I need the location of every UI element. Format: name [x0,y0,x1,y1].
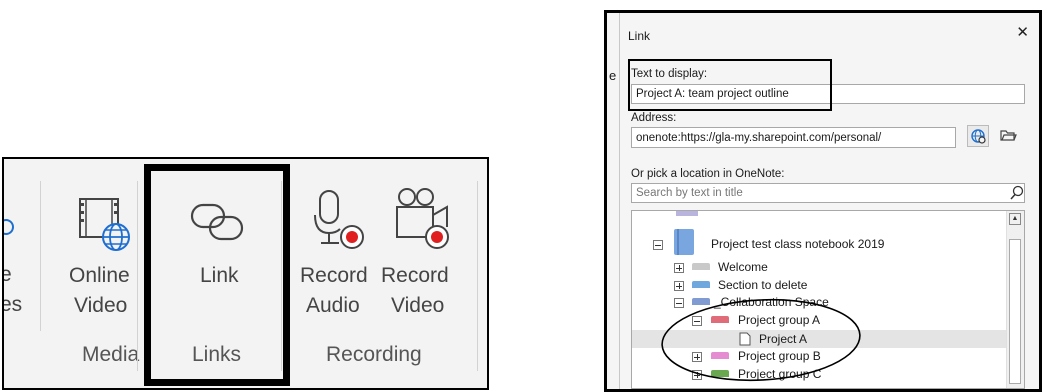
folder-icon [1000,130,1017,141]
record-video-button[interactable]: Record Video [379,179,461,329]
links-group-highlight [144,164,290,386]
address-label: Address: [631,112,677,124]
close-icon[interactable]: ✕ [1016,25,1029,40]
search-icon[interactable] [1009,185,1025,201]
browse-file-button[interactable] [998,125,1020,147]
record-audio-icon [314,190,364,249]
partial-button-icon [4,219,14,235]
record-video-icon [396,188,449,249]
scroll-thumb[interactable] [1009,239,1021,384]
group-label-recording: Recording [326,343,422,366]
scroll-up-button[interactable]: ▲ [1009,213,1021,225]
location-search-input[interactable]: Search by text in title [631,183,1025,203]
online-video-button[interactable]: Online Video [62,179,144,329]
dialog-title: Link [628,29,651,43]
partial-button-label-top: e [4,264,12,285]
section-to-delete-expander[interactable] [674,281,684,291]
welcome-section-icon [692,263,710,270]
text-to-display-highlight [628,59,832,111]
globe-search-icon [971,129,986,144]
partial-button-label-bottom: es [2,293,23,316]
address-input[interactable]: onenote:https://gla-my.sharepoint.com/pe… [631,127,956,148]
record-video-label-1: Record [381,264,449,287]
record-video-label-2: Video [391,294,445,317]
notebook-expander[interactable] [653,240,663,250]
tree-scrollbar[interactable]: ▲ [1006,211,1024,388]
location-search-placeholder: Search by text in title [636,187,743,199]
annotation-ellipse [661,298,861,382]
link-dialog: e Link ✕ Text to display: Project A: tea… [604,10,1042,392]
record-audio-label-1: Record [300,264,368,287]
tree-item-welcome[interactable]: Welcome [718,261,768,273]
browse-web-button[interactable] [967,125,989,147]
tree-item-section-to-delete[interactable]: Section to delete [718,279,807,291]
notebook-tab-top [676,211,698,216]
online-video-label-2: Video [74,294,128,317]
welcome-expander[interactable] [674,263,684,273]
dialog-left-fragment: e [609,68,617,83]
ribbon-insert-panel: e es Online Video Media Link Links [2,157,489,390]
group-label-media: Media [82,343,140,366]
record-audio-label-2: Audio [306,294,360,317]
record-audio-button[interactable]: Record Audio [298,179,378,329]
address-value: onenote:https://gla-my.sharepoint.com/pe… [636,132,882,144]
dialog-body: Link ✕ Text to display: Project A: team … [619,13,1039,389]
pick-location-label: Or pick a location in OneNote: [631,168,785,180]
notebook-label[interactable]: Project test class notebook 2019 [711,238,884,250]
section-to-delete-icon [692,281,710,288]
online-video-label-1: Online [69,264,130,287]
online-video-icon [79,198,130,251]
location-tree: ▲ Project test class notebook 2019 Welco… [631,210,1025,389]
notebook-icon [674,229,694,255]
